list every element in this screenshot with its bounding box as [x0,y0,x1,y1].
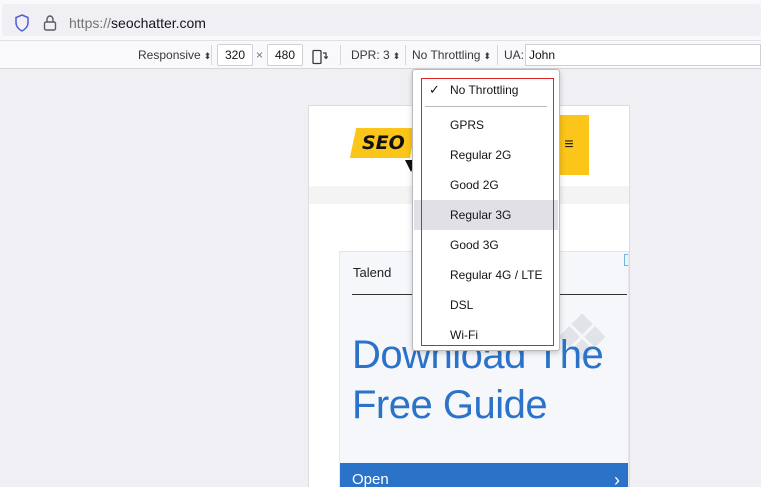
select-arrows-icon: ⬍ [483,51,492,61]
toolbar-separator [211,45,212,65]
url-host: seochatter.com [111,15,206,31]
device-selector[interactable]: Responsive ⬍ [138,41,211,69]
ad-open-label: Open [352,471,389,487]
ad-headline-line-2: Free Guide [352,383,548,427]
menu-item-label: No Throttling [450,83,519,97]
url-text[interactable]: https://seochatter.com [69,15,206,31]
dpr-selector[interactable]: DPR: 3 ⬍ [351,41,400,69]
toolbar-separator [405,45,406,65]
throttling-dropdown-menu: ✓ No Throttling GPRS Regular 2G Good 2G R… [412,69,560,351]
menu-item-dsl[interactable]: DSL [414,290,558,320]
lock-icon[interactable] [42,14,58,32]
throttling-selector-label: No Throttling [412,48,481,62]
rotate-device-icon [312,49,329,65]
responsive-design-toolbar: Responsive ⬍ 320 × 480 DPR: 3 ⬍ No Throttl… [0,40,761,69]
menu-item-label: DSL [450,298,474,312]
tracking-protection-shield-icon[interactable] [14,14,30,32]
ad-info-icon[interactable] [624,254,628,266]
viewport-width-input[interactable]: 320 [217,44,253,66]
menu-separator [425,106,547,107]
menu-item-good-3g[interactable]: Good 3G [414,230,558,260]
menu-item-label: Good 3G [450,238,499,252]
device-selector-label: Responsive [138,48,201,62]
throttling-selector[interactable]: No Throttling ⬍ [412,41,491,69]
menu-item-wifi[interactable]: Wi-Fi [414,320,558,350]
menu-item-label: Wi-Fi [450,328,478,342]
viewport-height-input[interactable]: 480 [267,44,303,66]
viewport-stage: SEO ≡ Talend ❖ Download The Free Guide O… [0,69,761,487]
dpr-label: DPR: 3 [351,48,390,62]
menu-item-regular-3g[interactable]: Regular 3G [414,200,558,230]
url-field[interactable]: https://seochatter.com [2,4,761,36]
rotate-viewport-button[interactable] [311,47,329,65]
ua-label: UA: [504,48,525,62]
url-protocol: https:// [69,15,112,31]
menu-item-regular-4g-lte[interactable]: Regular 4G / LTE [414,260,558,290]
menu-item-label: Regular 3G [450,208,512,222]
menu-item-label: Good 2G [450,178,499,192]
address-bar-container: https://seochatter.com [0,0,761,40]
hamburger-menu-icon: ≡ [564,136,574,153]
checkmark-icon: ✓ [429,82,440,97]
ad-open-button[interactable]: Open › [340,463,628,487]
user-agent-input[interactable]: John [525,44,761,66]
ad-brand-name: Talend [353,265,392,280]
toolbar-separator [497,45,498,65]
menu-item-label: Regular 4G / LTE [450,268,543,282]
menu-item-gprs[interactable]: GPRS [414,110,558,140]
toolbar-separator [340,45,341,65]
select-arrows-icon: ⬍ [392,51,401,61]
menu-item-regular-2g[interactable]: Regular 2G [414,140,558,170]
menu-item-label: Regular 2G [450,148,512,162]
menu-item-good-2g[interactable]: Good 2G [414,170,558,200]
dimension-separator: × [256,48,264,62]
menu-item-label: GPRS [450,118,485,132]
chevron-right-icon: › [614,470,620,487]
site-logo-text[interactable]: SEO [362,132,405,154]
menu-item-no-throttling[interactable]: ✓ No Throttling [414,75,558,105]
